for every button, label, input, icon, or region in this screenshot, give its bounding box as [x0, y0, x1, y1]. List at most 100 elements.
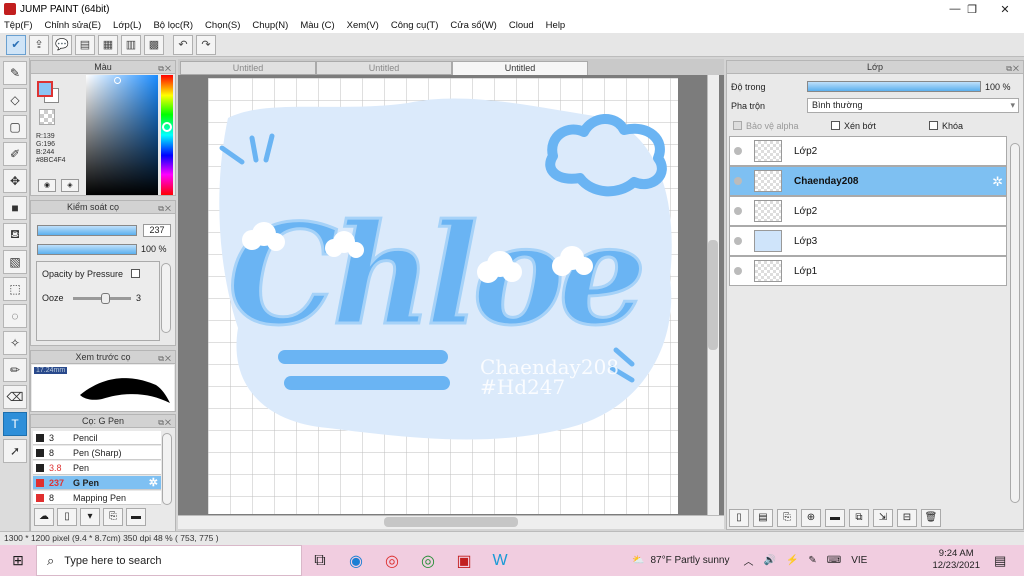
hue-slider[interactable]	[161, 75, 173, 195]
visibility-icon[interactable]	[734, 177, 742, 185]
lasso-tool-icon[interactable]: ◌	[3, 304, 27, 328]
cloud-brush-icon[interactable]: ☁	[34, 508, 54, 526]
keyboard-icon[interactable]: ⌨	[827, 555, 841, 566]
brush-item-pencil[interactable]: 3 Pencil	[33, 431, 161, 445]
brush-menu-icon[interactable]: ▾	[80, 508, 100, 526]
network-icon[interactable]: ⚡	[786, 555, 798, 566]
opacity-pressure-checkbox[interactable]	[131, 269, 140, 278]
eraser-tool-icon[interactable]: ◇	[3, 88, 27, 112]
tab-untitled-2[interactable]: Untitled	[316, 61, 452, 75]
gradient-tool-icon[interactable]: ▧	[3, 250, 27, 274]
checkmark-icon[interactable]: ✔	[6, 34, 26, 55]
brush-control-scrollbar[interactable]	[161, 263, 171, 333]
tab-untitled-3[interactable]: Untitled	[452, 61, 588, 75]
select-rect-icon[interactable]: ⬚	[3, 277, 27, 301]
message-icon[interactable]: ▤	[75, 34, 95, 55]
blend-mode-select[interactable]: Bình thường ▾	[807, 98, 1019, 113]
close-button[interactable]: ✕	[988, 0, 1022, 18]
menu-color[interactable]: Màu (C)	[300, 20, 334, 31]
picker-icon[interactable]: ◈	[61, 179, 79, 192]
rect-tool-icon[interactable]: ▢	[3, 115, 27, 139]
brush-item-pen[interactable]: 3.8 Pen	[33, 461, 161, 475]
weather-text[interactable]: 87°F Partly sunny	[650, 555, 729, 566]
task-view-icon[interactable]: ⧉	[302, 545, 338, 576]
layer-opacity-bar[interactable]	[807, 81, 981, 92]
copy-layer-icon[interactable]: ⎘	[777, 509, 797, 527]
sv-cursor[interactable]	[114, 77, 121, 84]
panel-buttons-icon[interactable]: ⧉✕	[158, 62, 172, 75]
folder-icon[interactable]: ▬	[825, 509, 845, 527]
move-tool-icon[interactable]: ✥	[3, 169, 27, 193]
word-app-icon[interactable]: W	[482, 545, 518, 576]
add-layer-menu-icon[interactable]: ⊕	[801, 509, 821, 527]
layer-row[interactable]: Lớp3	[729, 226, 1007, 256]
layer-row[interactable]: Lớp2	[729, 196, 1007, 226]
lock-checkbox[interactable]	[929, 121, 938, 130]
comment-icon[interactable]: 💬	[52, 34, 72, 55]
speaker-icon[interactable]: 🔊	[764, 555, 776, 566]
visibility-icon[interactable]	[734, 267, 742, 275]
menu-capture[interactable]: Chụp(N)	[252, 20, 288, 31]
foreground-color-swatch[interactable]	[37, 81, 53, 97]
menu-filter[interactable]: Bộ lọc(R)	[153, 20, 193, 31]
document-icon[interactable]: ▦	[98, 34, 118, 55]
panel-buttons-icon[interactable]: ⧉✕	[158, 352, 172, 365]
panel-buttons-icon[interactable]: ⧉✕	[1006, 62, 1020, 75]
visibility-icon[interactable]	[734, 207, 742, 215]
layer-row[interactable]: Lớp1	[729, 256, 1007, 286]
brush-item-pen-sharp[interactable]: 8 Pen (Sharp)	[33, 446, 161, 460]
redo-icon[interactable]: ↷	[196, 34, 216, 55]
brush-item-g-pen[interactable]: 237 G Pen ✲	[33, 476, 161, 490]
layer-list-scrollbar[interactable]	[1010, 143, 1020, 503]
new-layer-icon[interactable]: ▯	[729, 509, 749, 527]
taskbar-search[interactable]: ⌕ Type here to search	[36, 545, 302, 576]
panel-buttons-icon[interactable]: ⧉✕	[158, 202, 172, 215]
clipboard-icon[interactable]: ▥	[121, 34, 141, 55]
menu-file[interactable]: Tệp(F)	[4, 20, 33, 31]
clear-layer-icon[interactable]: ⊟	[897, 509, 917, 527]
windows-start-icon[interactable]: ⊞	[0, 545, 36, 576]
canvas-vertical-scroll-thumb[interactable]	[708, 240, 718, 350]
menu-tools[interactable]: Công cụ(T)	[391, 20, 439, 31]
bucket-tool-icon[interactable]: ⛾	[3, 223, 27, 247]
grid-icon[interactable]: ▩	[144, 34, 164, 55]
undo-icon[interactable]: ↶	[173, 34, 193, 55]
folder-icon[interactable]: ▬	[126, 508, 146, 526]
chrome-icon[interactable]: ◎	[374, 545, 410, 576]
operation-tool-icon[interactable]: ➚	[3, 439, 27, 463]
text-tool-icon[interactable]: T	[3, 412, 27, 436]
pen-icon[interactable]: ✎	[808, 555, 816, 566]
ooze-slider-knob[interactable]	[101, 293, 110, 304]
notification-icon[interactable]: ▤	[994, 545, 1006, 576]
protect-alpha-checkbox[interactable]	[733, 121, 742, 130]
jump-paint-taskbar-icon[interactable]: ▣	[446, 545, 482, 576]
menu-help[interactable]: Help	[546, 20, 566, 31]
taskbar-clock[interactable]: 9:24 AM 12/23/2021	[932, 548, 980, 572]
transfer-layer-icon[interactable]: ⇲	[873, 509, 893, 527]
merge-layer-icon[interactable]: ⧉	[849, 509, 869, 527]
layer-row-selected[interactable]: Chaenday208 ✲	[729, 166, 1007, 196]
clipping-checkbox[interactable]	[831, 121, 840, 130]
select-eraser-icon[interactable]: ⌫	[3, 385, 27, 409]
menu-select[interactable]: Chọn(S)	[205, 20, 240, 31]
menu-edit[interactable]: Chỉnh sửa(E)	[45, 20, 102, 31]
chrome-profile-icon[interactable]: ◎	[410, 545, 446, 576]
magic-wand-icon[interactable]: ✧	[3, 331, 27, 355]
gear-icon[interactable]: ✲	[149, 476, 158, 490]
hue-cursor[interactable]	[162, 122, 172, 132]
visibility-icon[interactable]	[734, 237, 742, 245]
menu-view[interactable]: Xem(V)	[347, 20, 379, 31]
brush-size-value[interactable]: 237	[143, 224, 171, 237]
brush-list-scrollbar[interactable]	[162, 433, 172, 505]
brush-opacity-bar[interactable]	[37, 244, 137, 255]
visibility-icon[interactable]	[734, 147, 742, 155]
drawing-canvas[interactable]: Chloe Chaenday208 #Hd247	[208, 78, 678, 514]
gear-icon[interactable]: ✲	[992, 174, 1003, 190]
export-icon[interactable]: ⇪	[29, 34, 49, 55]
menu-window[interactable]: Cửa sổ(W)	[450, 20, 496, 31]
transparent-color-swatch[interactable]	[39, 109, 55, 125]
select-pen-icon[interactable]: ✏	[3, 358, 27, 382]
canvas-horizontal-scroll-thumb[interactable]	[384, 517, 518, 527]
edge-browser-icon[interactable]: ◉	[338, 545, 374, 576]
language-indicator[interactable]: VIE	[851, 555, 867, 566]
